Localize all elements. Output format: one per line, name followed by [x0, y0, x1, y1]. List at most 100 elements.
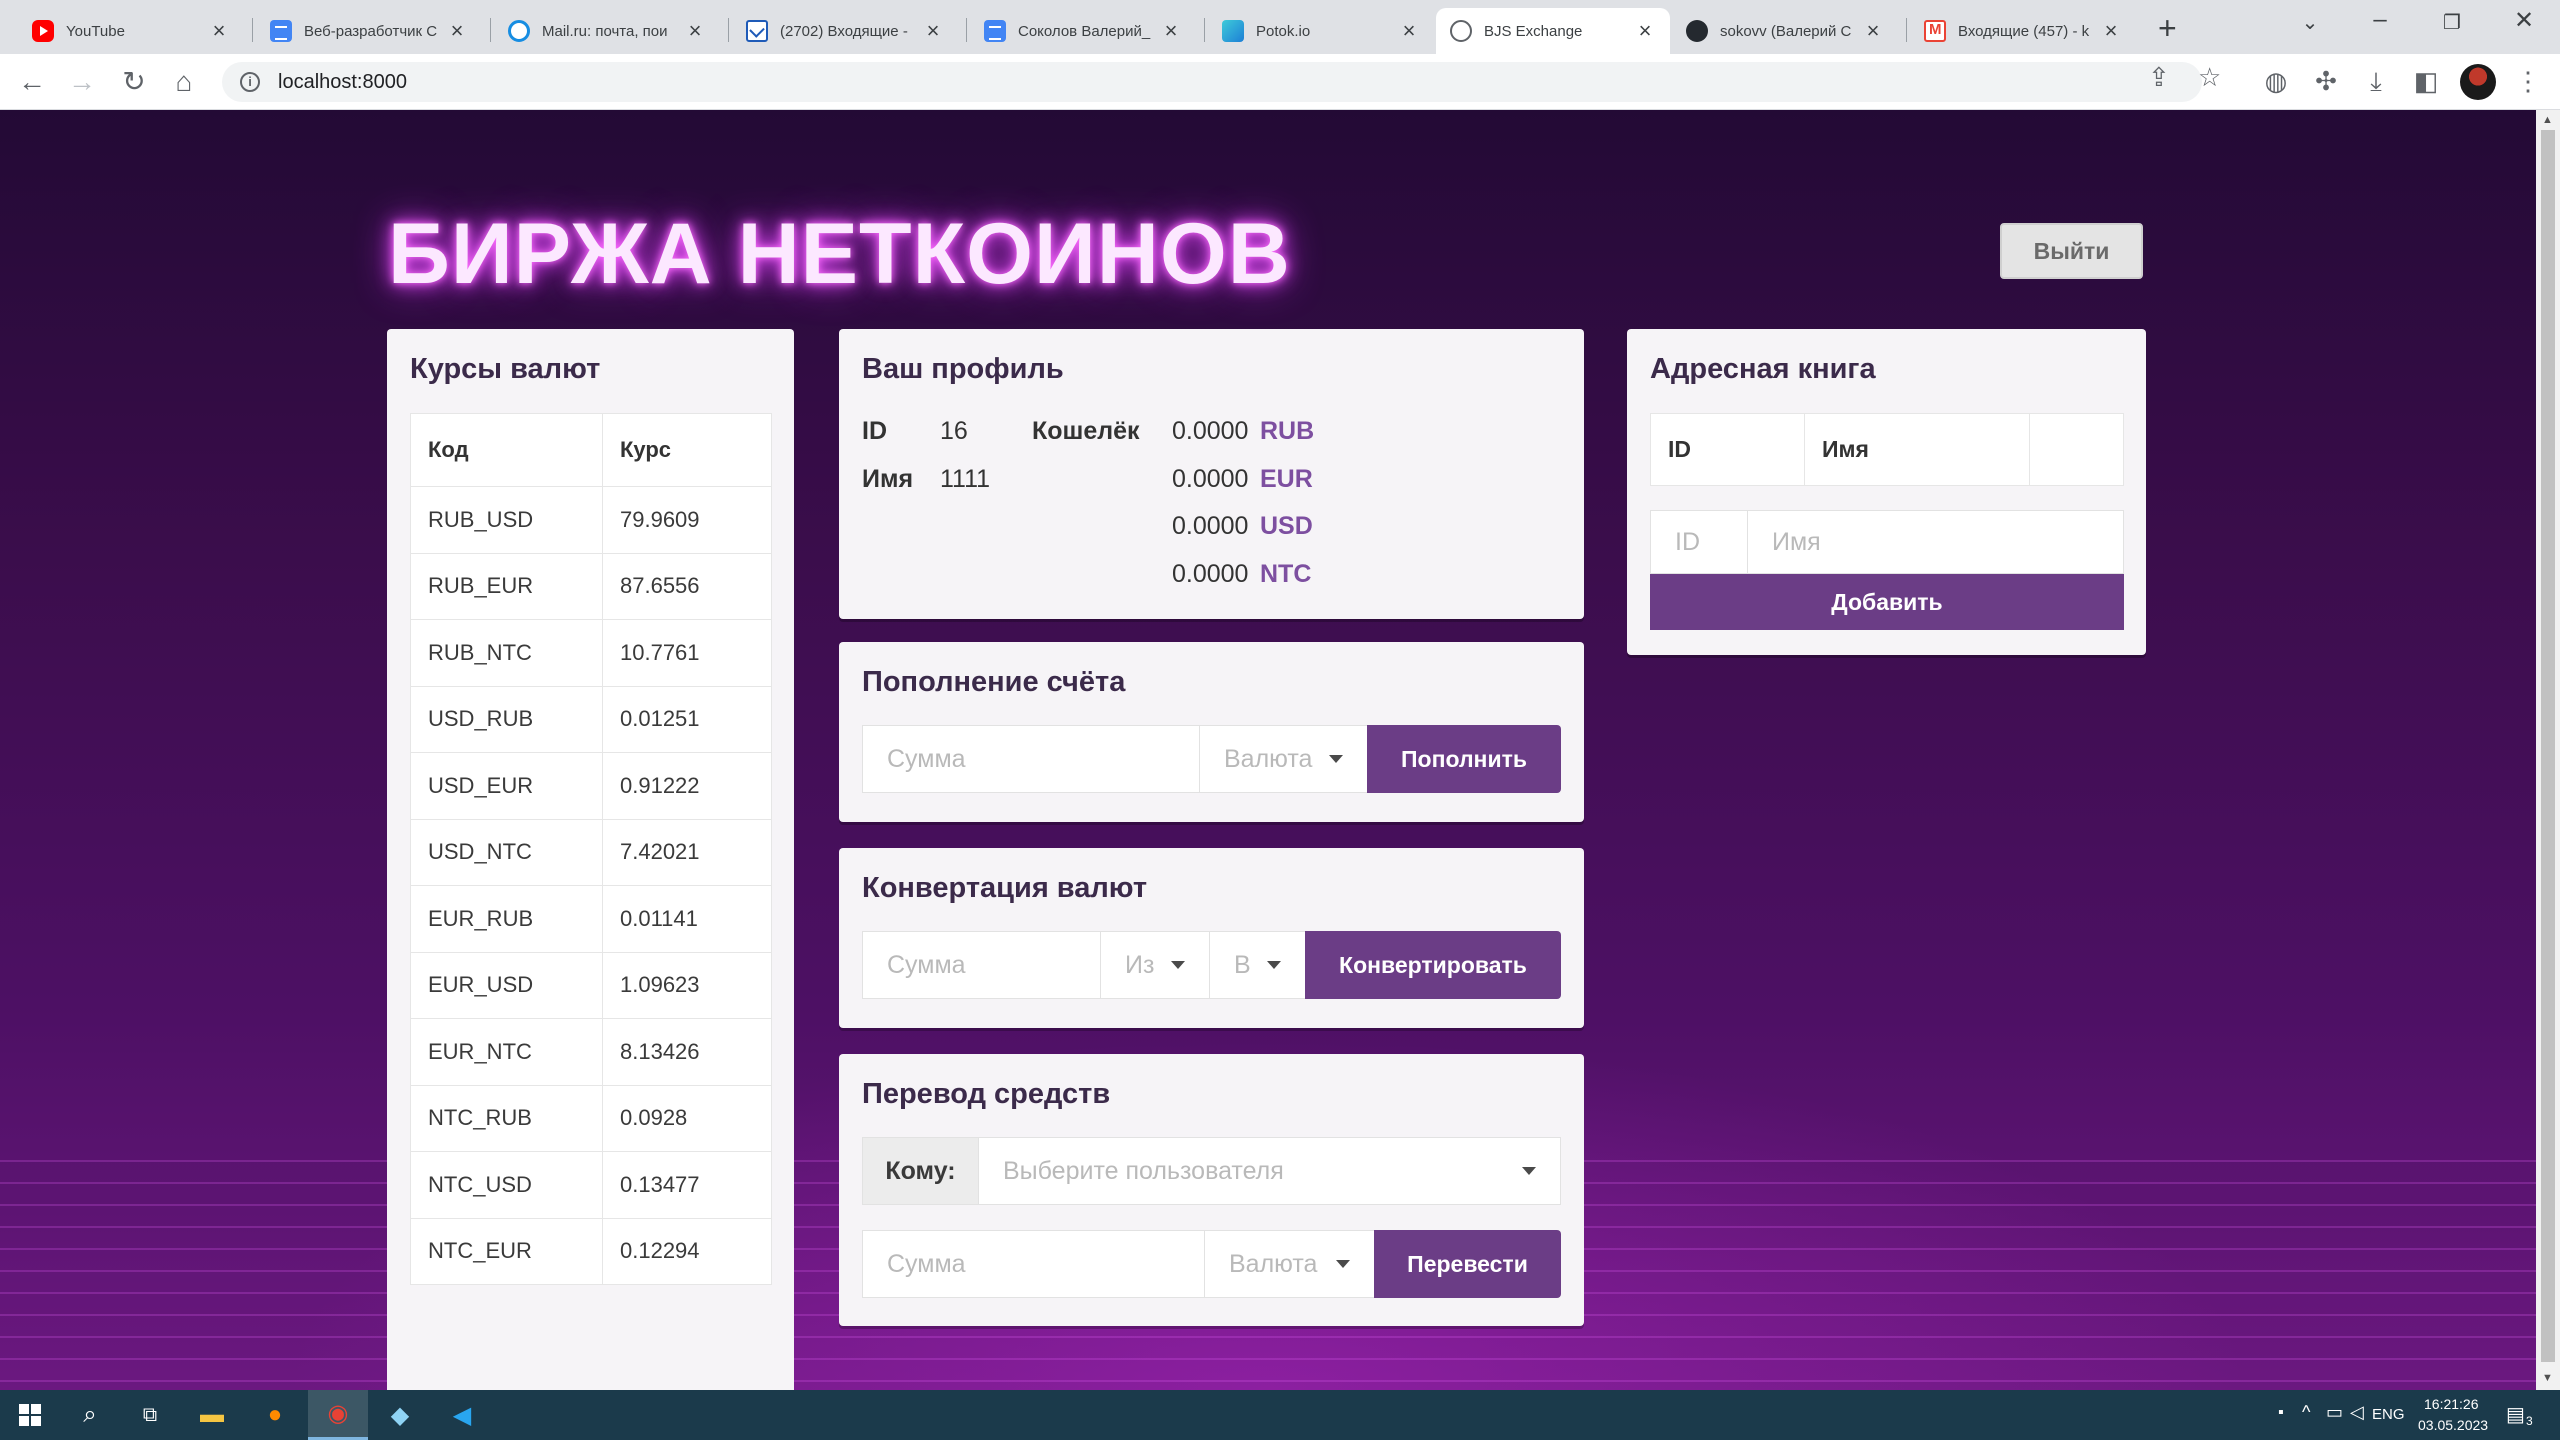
convert-from-select[interactable]: Из	[1100, 931, 1210, 999]
page-scrollbar[interactable]: ▲ ▼	[2536, 110, 2560, 1390]
scroll-up-arrow-icon[interactable]: ▲	[2542, 114, 2553, 126]
convert-to-select[interactable]: В	[1209, 931, 1306, 999]
rate-code: NTC_USD	[410, 1151, 603, 1219]
scroll-down-arrow-icon[interactable]: ▼	[2542, 1372, 2553, 1384]
table-row: EUR_RUB 0.01141	[410, 885, 772, 953]
table-row: NTC_EUR 0.12294	[410, 1217, 772, 1285]
reload-icon[interactable]: ↻	[116, 64, 152, 100]
start-button[interactable]	[0, 1390, 60, 1440]
clock-time[interactable]: 16:21:26	[2424, 1396, 2479, 1412]
profile-card: Ваш профиль ID 16 Кошелёк Имя 1111 0.000…	[839, 329, 1584, 619]
close-icon[interactable]: ×	[208, 18, 230, 44]
browser-menu-icon[interactable]: ⋮	[2512, 66, 2544, 97]
rate-value: 10.7761	[602, 619, 772, 687]
site-info-icon[interactable]: i	[240, 72, 260, 92]
new-tab-icon[interactable]: +	[2158, 10, 2177, 47]
address-bar[interactable]: i localhost:8000	[222, 62, 2202, 102]
convert-card: Конвертация валют Сумма Из В Конвертиров…	[839, 848, 1584, 1028]
close-icon[interactable]: ×	[1398, 18, 1420, 44]
close-icon[interactable]: ×	[1862, 18, 1884, 44]
browser-toolbar: ← → ↻ ⌂ i localhost:8000 ⇪ ☆ ◍ ✣ ⤓ ◧ ⋮	[0, 54, 2560, 110]
rate-code: RUB_USD	[410, 486, 603, 554]
deposit-amount-input[interactable]: Сумма	[862, 725, 1200, 793]
bookmark-star-icon[interactable]: ☆	[2198, 62, 2221, 93]
tab-title: Входящие (457) - k	[1958, 22, 2090, 40]
extension-globe-icon[interactable]: ◍	[2260, 66, 2292, 97]
volume-icon[interactable]: ◁	[2350, 1402, 2364, 1423]
chevron-down-icon	[1329, 755, 1343, 763]
deposit-button[interactable]: Пополнить	[1367, 725, 1561, 793]
profile-id-label: ID	[862, 417, 887, 445]
side-panel-icon[interactable]: ◧	[2410, 66, 2442, 97]
transfer-user-select[interactable]: Выберите пользователя	[978, 1137, 1561, 1205]
rate-value: 0.01141	[602, 885, 772, 953]
rates-table: Код Курс RUB_USD 79.9609 RUB_EUR 87.6556 R…	[410, 413, 772, 1285]
scrollbar-thumb[interactable]	[2541, 130, 2555, 1362]
browser-tab-gmail[interactable]: Входящие (457) - k ×	[1910, 8, 2136, 54]
language-indicator[interactable]: ENG	[2372, 1406, 2405, 1423]
firefox-icon[interactable]: ●	[245, 1390, 305, 1440]
convert-amount-input[interactable]: Сумма	[862, 931, 1101, 999]
profile-avatar[interactable]	[2460, 64, 2496, 100]
close-icon[interactable]: ×	[2100, 18, 2122, 44]
tab-search-chevron-icon[interactable]: ⌄	[2280, 10, 2340, 35]
column-header-rate: Курс	[602, 413, 772, 487]
chrome-icon[interactable]: ◉	[308, 1390, 368, 1440]
table-row: RUB_NTC 10.7761	[410, 619, 772, 687]
browser-tab-mailru[interactable]: Mail.ru: почта, пои ×	[494, 8, 720, 54]
nvidia-tray-icon[interactable]: ▪	[2278, 1404, 2284, 1422]
extensions-puzzle-icon[interactable]: ✣	[2310, 66, 2342, 97]
browser-tab-potok[interactable]: Potok.io ×	[1208, 8, 1434, 54]
tab-separator	[490, 18, 491, 42]
forward-arrow-icon[interactable]: →	[64, 64, 100, 100]
convert-button[interactable]: Конвертировать	[1305, 931, 1561, 999]
gmail-icon	[1924, 20, 1946, 42]
close-icon[interactable]: ×	[922, 18, 944, 44]
search-icon[interactable]: ⌕	[60, 1390, 120, 1440]
transfer-currency-select[interactable]: Валюта	[1204, 1230, 1375, 1298]
browser-tab-github[interactable]: sokovv (Валерий С ×	[1672, 8, 1898, 54]
transfer-amount-input[interactable]: Сумма	[862, 1230, 1205, 1298]
file-explorer-icon[interactable]: ▬	[182, 1390, 242, 1440]
clock-date[interactable]: 03.05.2023	[2418, 1417, 2488, 1433]
address-book-add-button[interactable]: Добавить	[1650, 574, 2124, 630]
close-icon[interactable]: ×	[446, 18, 468, 44]
tab-separator	[1204, 18, 1205, 42]
notifications-icon[interactable]: ▤	[2506, 1402, 2525, 1427]
network-icon[interactable]: ▭	[2326, 1402, 2343, 1423]
notes-app-icon[interactable]: ◆	[370, 1390, 430, 1440]
browser-tab-outlook[interactable]: (2702) Входящие - ×	[732, 8, 958, 54]
tab-title: YouTube	[66, 22, 125, 40]
home-icon[interactable]: ⌂	[166, 64, 202, 100]
rate-code: EUR_RUB	[410, 885, 603, 953]
share-icon[interactable]: ⇪	[2148, 62, 2170, 93]
close-icon[interactable]: ×	[1634, 18, 1656, 44]
address-book-id-input[interactable]: ID	[1650, 510, 1748, 574]
tray-chevron-icon[interactable]: ^	[2302, 1402, 2310, 1423]
profile-name-value: 1111	[940, 465, 991, 493]
browser-tab-bjs-exchange[interactable]: BJS Exchange ×	[1436, 8, 1670, 54]
vscode-icon[interactable]: ◀	[432, 1390, 492, 1440]
download-icon[interactable]: ⤓	[2360, 66, 2392, 98]
window-close-icon[interactable]: ✕	[2494, 6, 2554, 35]
deposit-currency-select[interactable]: Валюта	[1199, 725, 1368, 793]
convert-to-placeholder: В	[1234, 950, 1251, 979]
google-docs-icon	[270, 20, 292, 42]
minimize-icon[interactable]: –	[2350, 6, 2410, 34]
restore-icon[interactable]: ❐	[2422, 10, 2482, 35]
logout-button[interactable]: Выйти	[2000, 223, 2143, 279]
tab-separator	[252, 18, 253, 42]
transfer-card: Перевод средств Кому: Выберите пользоват…	[839, 1054, 1584, 1326]
rates-heading: Курсы валют	[410, 353, 601, 385]
back-arrow-icon[interactable]: ←	[14, 64, 50, 100]
rate-code: EUR_USD	[410, 951, 603, 1019]
browser-tab-docs-1[interactable]: Веб-разработчик С ×	[256, 8, 482, 54]
task-view-icon[interactable]: ⧉	[120, 1390, 180, 1440]
close-icon[interactable]: ×	[684, 18, 706, 44]
browser-tab-docs-2[interactable]: Соколов Валерий_ ×	[970, 8, 1196, 54]
rate-value: 0.0928	[602, 1084, 772, 1152]
address-book-name-input[interactable]: Имя	[1747, 510, 2124, 574]
close-icon[interactable]: ×	[1160, 18, 1182, 44]
transfer-button[interactable]: Перевести	[1374, 1230, 1561, 1298]
browser-tab-youtube[interactable]: YouTube ×	[18, 8, 244, 54]
